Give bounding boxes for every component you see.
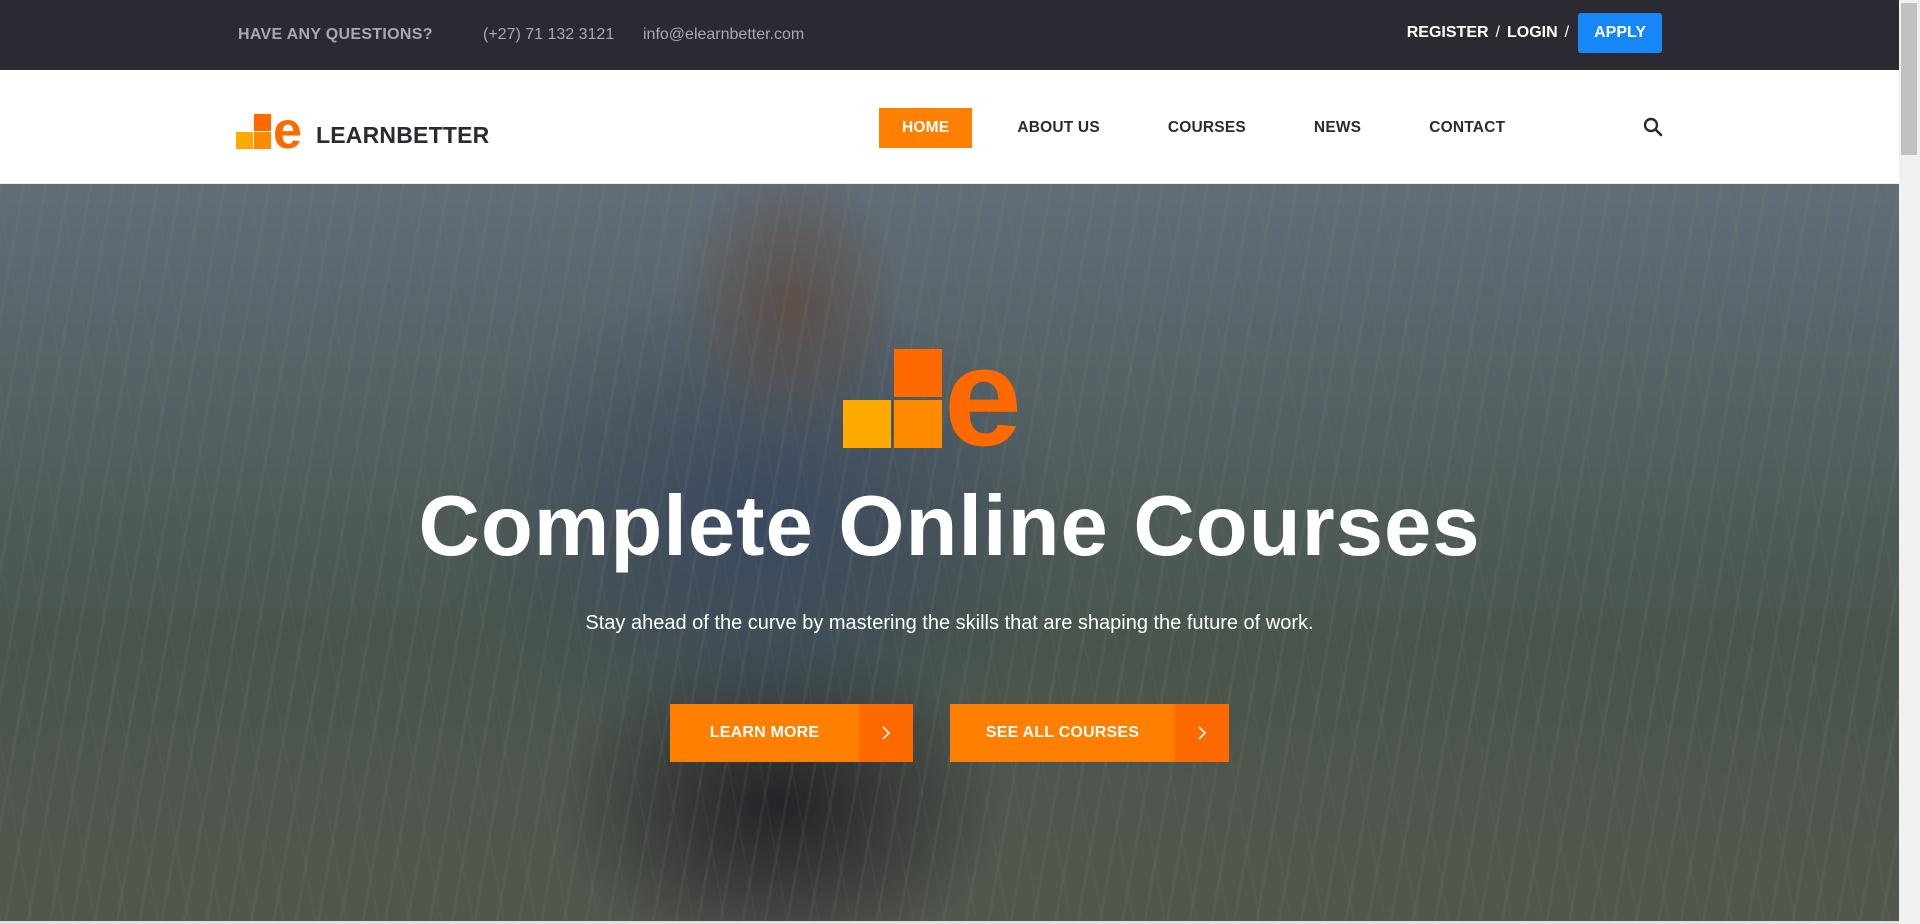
register-link[interactable]: REGISTER xyxy=(1407,24,1489,42)
hero-content: e Complete Online Courses Stay ahead of … xyxy=(0,184,1899,924)
nav-about-us[interactable]: ABOUT US xyxy=(994,108,1123,148)
chevron-right-icon xyxy=(1175,704,1229,762)
nav-contact[interactable]: CONTACT xyxy=(1406,108,1528,148)
main-nav: HOME ABOUT US COURSES NEWS CONTACT xyxy=(879,108,1550,148)
page: HAVE ANY QUESTIONS? (+27) 71 132 3121 in… xyxy=(0,0,1899,924)
login-link[interactable]: LOGIN xyxy=(1507,24,1558,42)
search-icon[interactable] xyxy=(1643,117,1663,137)
site-logo[interactable]: e LEARNBETTER xyxy=(236,106,489,152)
nav-home[interactable]: HOME xyxy=(879,108,973,148)
hero-title: Complete Online Courses xyxy=(418,479,1481,574)
email-link[interactable]: info@elearnbetter.com xyxy=(643,0,804,70)
see-all-courses-button[interactable]: SEE ALL COURSES xyxy=(950,704,1229,762)
hero-section: e Complete Online Courses Stay ahead of … xyxy=(0,184,1899,924)
top-bar: HAVE ANY QUESTIONS? (+27) 71 132 3121 in… xyxy=(0,0,1899,70)
nav-courses[interactable]: COURSES xyxy=(1145,108,1269,148)
svg-text:e: e xyxy=(273,106,302,152)
nav-news[interactable]: NEWS xyxy=(1291,108,1384,148)
logo-mark-icon: e xyxy=(236,106,302,152)
separator: / xyxy=(1564,24,1570,41)
learn-more-label: LEARN MORE xyxy=(709,724,820,741)
hero-subtitle: Stay ahead of the curve by mastering the… xyxy=(585,612,1314,634)
phone-link[interactable]: (+27) 71 132 3121 xyxy=(483,0,614,70)
questions-label: HAVE ANY QUESTIONS? xyxy=(238,26,433,43)
see-all-courses-label: SEE ALL COURSES xyxy=(985,724,1140,741)
learn-more-button[interactable]: LEARN MORE xyxy=(670,704,913,762)
auth-links: REGISTER / LOGIN / APPLY xyxy=(1407,13,1662,53)
logo-text: LEARNBETTER xyxy=(316,122,490,148)
apply-button[interactable]: APPLY xyxy=(1578,13,1662,53)
hero-logo-icon: e xyxy=(843,342,1022,452)
separator: / xyxy=(1495,24,1500,41)
scrollbar-thumb[interactable] xyxy=(1901,3,1917,155)
chevron-right-icon xyxy=(859,704,913,762)
svg-text:e: e xyxy=(944,342,1022,452)
site-header: e LEARNBETTER HOME ABOUT US COURSES NEWS… xyxy=(0,70,1899,184)
